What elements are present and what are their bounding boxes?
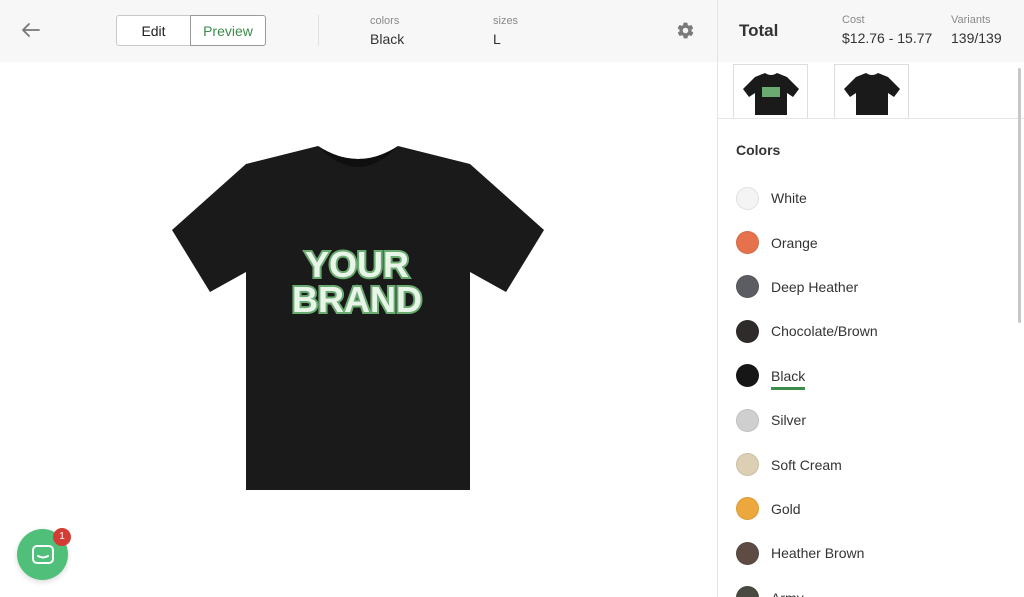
color-swatch bbox=[736, 319, 759, 343]
colors-panel: Colors White Orange Deep Heather Chocolate/… bbox=[717, 62, 1024, 597]
sizes-summary-value: L bbox=[493, 31, 501, 47]
color-swatch bbox=[736, 586, 759, 597]
color-option-label: Gold bbox=[771, 500, 801, 517]
back-view-thumbnail[interactable] bbox=[834, 64, 909, 118]
color-swatch bbox=[736, 453, 759, 477]
gear-icon[interactable] bbox=[676, 21, 695, 40]
color-swatch bbox=[736, 364, 759, 388]
color-option[interactable]: Army bbox=[736, 576, 1006, 597]
color-swatch bbox=[736, 408, 759, 432]
color-swatch bbox=[736, 186, 759, 210]
sizes-summary: sizes L bbox=[493, 15, 518, 47]
total-label: Total bbox=[739, 21, 779, 40]
color-swatch bbox=[736, 275, 759, 299]
color-option[interactable]: Heather Brown bbox=[736, 531, 1006, 575]
sizes-summary-label: sizes bbox=[493, 15, 519, 27]
color-option[interactable]: Orange bbox=[736, 220, 1006, 264]
color-option-label: Army bbox=[771, 590, 804, 597]
color-swatch bbox=[736, 497, 759, 521]
selected-color-indicator bbox=[771, 386, 805, 390]
color-option-label: White bbox=[771, 190, 807, 207]
variants-summary: Variants 139/139 bbox=[951, 14, 1002, 46]
toolbar-divider bbox=[318, 15, 319, 46]
front-view-thumbnail[interactable] bbox=[733, 64, 808, 118]
colors-summary-value: Black bbox=[370, 31, 405, 47]
color-option[interactable]: Chocolate/Brown bbox=[736, 309, 1006, 353]
mockup-canvas: YOUR BRAND bbox=[0, 62, 717, 597]
color-option[interactable]: Deep Heather bbox=[736, 265, 1006, 309]
view-thumbnails bbox=[718, 62, 1024, 119]
cost-summary: Cost $12.76 - 15.77 bbox=[842, 14, 932, 46]
color-option[interactable]: White bbox=[736, 176, 1006, 220]
preview-button[interactable]: Preview bbox=[190, 15, 266, 46]
summary-header: Total Cost $12.76 - 15.77 Variants 139/1… bbox=[717, 0, 1024, 62]
variants-value: 139/139 bbox=[951, 30, 1002, 46]
edit-button[interactable]: Edit bbox=[116, 15, 191, 46]
color-option[interactable]: Gold bbox=[736, 487, 1006, 531]
color-option-label: Silver bbox=[771, 412, 807, 429]
color-list: White Orange Deep Heather Chocolate/Brown Bl… bbox=[736, 176, 1006, 597]
color-option-label: Chocolate/Brown bbox=[771, 323, 878, 340]
color-option[interactable]: Black bbox=[736, 354, 1006, 398]
chat-icon bbox=[32, 545, 54, 564]
colors-section-title: Colors bbox=[736, 142, 781, 158]
variants-label: Variants bbox=[951, 14, 991, 26]
tshirt-mockup: YOUR BRAND bbox=[172, 146, 544, 490]
colors-summary: colors Black bbox=[370, 15, 404, 47]
back-arrow-icon[interactable] bbox=[20, 19, 42, 41]
panel-scrollbar[interactable] bbox=[1018, 68, 1021, 323]
color-option-label: Deep Heather bbox=[771, 278, 859, 295]
color-option-label: Soft Cream bbox=[771, 456, 842, 473]
color-option-label: Heather Brown bbox=[771, 545, 865, 562]
mode-toggle: Edit Preview bbox=[116, 15, 266, 46]
color-option-label: Black bbox=[771, 367, 806, 384]
color-option[interactable]: Silver bbox=[736, 398, 1006, 442]
color-swatch bbox=[736, 231, 759, 255]
color-option-label: Orange bbox=[771, 234, 818, 251]
top-toolbar: Edit Preview colors Black sizes L bbox=[0, 0, 717, 62]
colors-summary-label: colors bbox=[370, 15, 400, 27]
color-swatch bbox=[736, 541, 759, 565]
cost-label: Cost bbox=[842, 14, 865, 26]
cost-value: $12.76 - 15.77 bbox=[842, 30, 933, 46]
color-option[interactable]: Soft Cream bbox=[736, 442, 1006, 486]
brand-text-line2: BRAND bbox=[292, 279, 422, 320]
notification-badge: 1 bbox=[53, 528, 71, 546]
